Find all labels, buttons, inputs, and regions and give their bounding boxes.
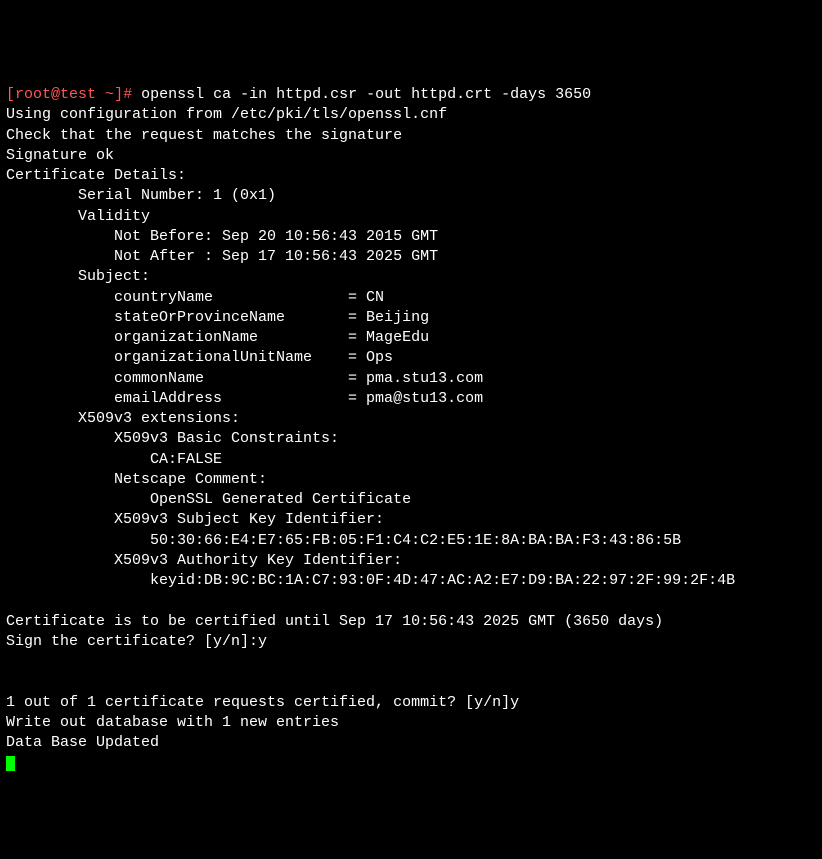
output-organization-name: organizationName = MageEdu bbox=[6, 329, 429, 346]
output-ca-false: CA:FALSE bbox=[6, 451, 222, 468]
output-db-updated: Data Base Updated bbox=[6, 734, 159, 751]
output-subject-key-id: 50:30:66:E4:E7:65:FB:05:F1:C4:C2:E5:1E:8… bbox=[6, 532, 681, 549]
output-check: Check that the request matches the signa… bbox=[6, 127, 402, 144]
output-ou-name: organizationalUnitName = Ops bbox=[6, 349, 393, 366]
output-validity: Validity bbox=[6, 208, 150, 225]
prompt-userhost: root@test bbox=[15, 86, 96, 103]
output-country-name: countryName = CN bbox=[6, 289, 384, 306]
prompt-open-bracket: [ bbox=[6, 86, 15, 103]
output-write-db: Write out database with 1 new entries bbox=[6, 714, 339, 731]
output-email-address: emailAddress = pma@stu13.com bbox=[6, 390, 483, 407]
output-authority-key-id-header: X509v3 Authority Key Identifier: bbox=[6, 552, 411, 569]
output-certified-until: Certificate is to be certified until Sep… bbox=[6, 613, 663, 630]
prompt-space bbox=[96, 86, 105, 103]
output-commit-prompt[interactable]: 1 out of 1 certificate requests certifie… bbox=[6, 694, 519, 711]
output-state-name: stateOrProvinceName = Beijing bbox=[6, 309, 429, 326]
output-config: Using configuration from /etc/pki/tls/op… bbox=[6, 106, 447, 123]
output-subject-key-id-header: X509v3 Subject Key Identifier: bbox=[6, 511, 393, 528]
openssl-command[interactable]: openssl ca -in httpd.csr -out httpd.crt … bbox=[141, 86, 591, 103]
output-subject-header: Subject: bbox=[6, 268, 150, 285]
cursor-icon bbox=[6, 756, 15, 771]
prompt-path: ~ bbox=[105, 86, 114, 103]
output-authority-key-id: keyid:DB:9C:BC:1A:C7:93:0F:4D:47:AC:A2:E… bbox=[6, 572, 735, 589]
output-common-name: commonName = pma.stu13.com bbox=[6, 370, 483, 387]
output-basic-constraints-header: X509v3 Basic Constraints: bbox=[6, 430, 348, 447]
prompt-hash: # bbox=[123, 86, 141, 103]
output-serial-number: Serial Number: 1 (0x1) bbox=[6, 187, 276, 204]
output-netscape-comment-header: Netscape Comment: bbox=[6, 471, 276, 488]
output-certdetails-header: Certificate Details: bbox=[6, 167, 186, 184]
prompt-close-bracket: ] bbox=[114, 86, 123, 103]
output-not-before: Not Before: Sep 20 10:56:43 2015 GMT bbox=[6, 228, 438, 245]
output-x509-extensions-header: X509v3 extensions: bbox=[6, 410, 240, 427]
output-sign-prompt[interactable]: Sign the certificate? [y/n]:y bbox=[6, 633, 267, 650]
output-sigok: Signature ok bbox=[6, 147, 114, 164]
output-netscape-comment: OpenSSL Generated Certificate bbox=[6, 491, 411, 508]
output-not-after: Not After : Sep 17 10:56:43 2025 GMT bbox=[6, 248, 438, 265]
